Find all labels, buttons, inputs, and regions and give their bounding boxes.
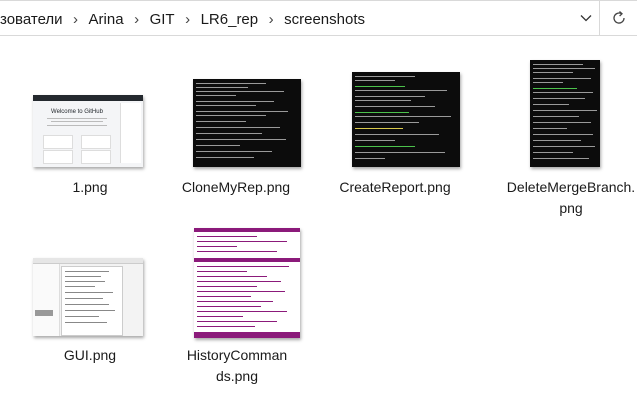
file-name: HistoryCommands.png xyxy=(186,347,288,384)
file-item[interactable]: HistoryCommands.png xyxy=(166,222,306,392)
file-name: CloneMyRep.png xyxy=(181,179,291,195)
thumbnail-terminal-create-report xyxy=(352,72,460,167)
file-name: CreateReport.png xyxy=(339,179,451,195)
file-item[interactable]: Welcome to GitHub 1.png xyxy=(20,60,160,200)
file-item[interactable]: CloneMyRep.png xyxy=(166,60,306,200)
breadcrumb-screenshots[interactable]: screenshots xyxy=(282,11,367,28)
file-name: DeleteMergeBranch.png xyxy=(506,179,636,216)
thumbnail-terminal-clone xyxy=(193,79,301,167)
thumbnail-github-welcome: Welcome to GitHub xyxy=(33,95,143,167)
file-item[interactable]: GUI.png xyxy=(20,250,160,370)
thumbnail-history-commands xyxy=(194,228,300,338)
breadcrumb: зователи › Arina › GIT › LR6_rep › scree… xyxy=(0,1,367,37)
file-name: 1.png xyxy=(72,179,108,195)
file-name: GUI.png xyxy=(63,347,117,363)
file-item[interactable]: DeleteMergeBranch.png xyxy=(495,60,635,230)
thumbnail-title: Welcome to GitHub xyxy=(51,109,103,115)
chevron-right-icon[interactable]: › xyxy=(65,11,87,28)
chevron-down-icon xyxy=(580,15,592,22)
address-bar[interactable]: зователи › Arina › GIT › LR6_rep › scree… xyxy=(0,0,600,36)
address-history-dropdown[interactable] xyxy=(573,1,599,35)
breadcrumb-users[interactable]: зователи xyxy=(0,11,65,28)
breadcrumb-git[interactable]: GIT xyxy=(148,11,177,28)
file-explorer-window: зователи › Arina › GIT › LR6_rep › scree… xyxy=(0,0,637,401)
breadcrumb-lr6-rep[interactable]: LR6_rep xyxy=(199,11,261,28)
thumbnail-terminal-delete-merge xyxy=(530,60,600,167)
refresh-button[interactable] xyxy=(600,0,637,36)
refresh-icon xyxy=(612,11,625,24)
chevron-right-icon[interactable]: › xyxy=(177,11,199,28)
chevron-right-icon[interactable]: › xyxy=(126,11,148,28)
thumbnail-git-gui xyxy=(33,258,143,336)
chevron-right-icon[interactable]: › xyxy=(260,11,282,28)
file-item[interactable]: CreateReport.png xyxy=(325,60,465,230)
breadcrumb-arina[interactable]: Arina xyxy=(87,11,126,28)
